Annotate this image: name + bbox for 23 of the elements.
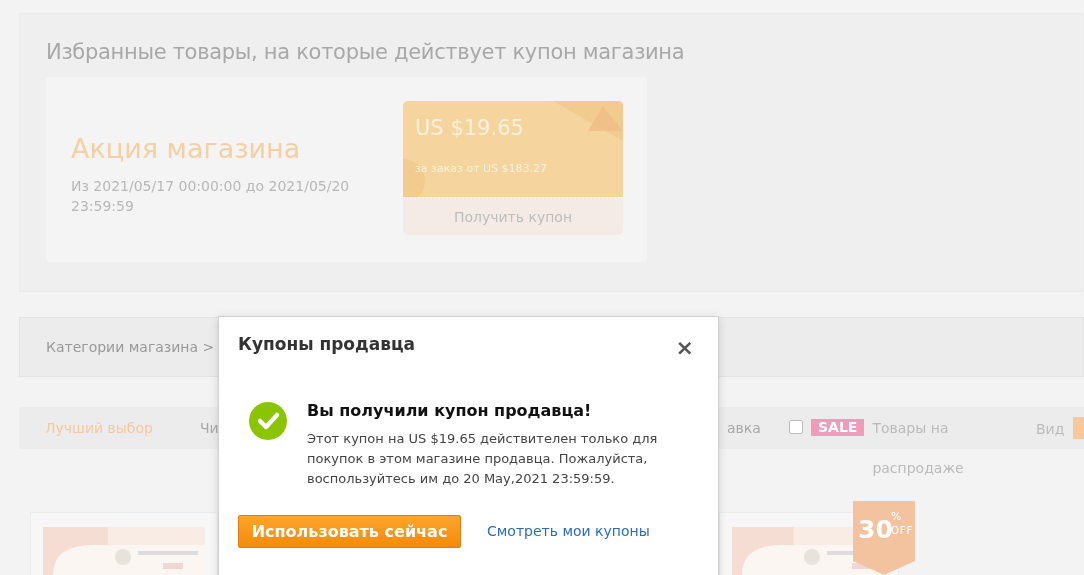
sort-option[interactable]: Чи [200,418,219,439]
categories-link[interactable]: Категории магазина > [46,336,215,358]
success-message: Этот купон на US $19.65 действителен только для покупок в этом магазине продавца. Пожалуйста, воспользуйтесь им до 20 May,2021 23:59:59. [307,430,659,488]
success-heading: Вы получили купон продавца! [307,400,593,422]
get-coupon-button[interactable]: Получить купон [403,197,623,236]
coupon-amount: US $19.65 [415,115,525,143]
off-label: OFF [891,525,914,536]
use-now-button[interactable]: Использовать сейчас [238,515,461,548]
success-check-icon [249,402,287,440]
percent-sign: % [891,509,902,523]
my-coupons-link[interactable]: Смотреть мои купоны [487,521,650,542]
checkbox[interactable] [789,420,803,434]
coupon-condition: за заказ от US $183.27 [415,160,549,177]
grid-view-icon[interactable] [1073,417,1084,439]
promo-dates: Из 2021/05/17 00:00:00 до 2021/05/20 23:59:59 [71,176,351,216]
sort-option[interactable]: авка [727,418,761,439]
sort-option[interactable]: Лучший выбор [45,418,153,439]
discount-value: 30 [858,515,893,546]
promo-title: Акция магазина [71,132,302,167]
close-button[interactable]: × [675,337,694,359]
section-title: Избранные товары, на которые действует купон магазина [46,40,686,66]
dialog-title: Купоны продавца [238,334,416,355]
sale-badge: SALE [811,419,865,436]
